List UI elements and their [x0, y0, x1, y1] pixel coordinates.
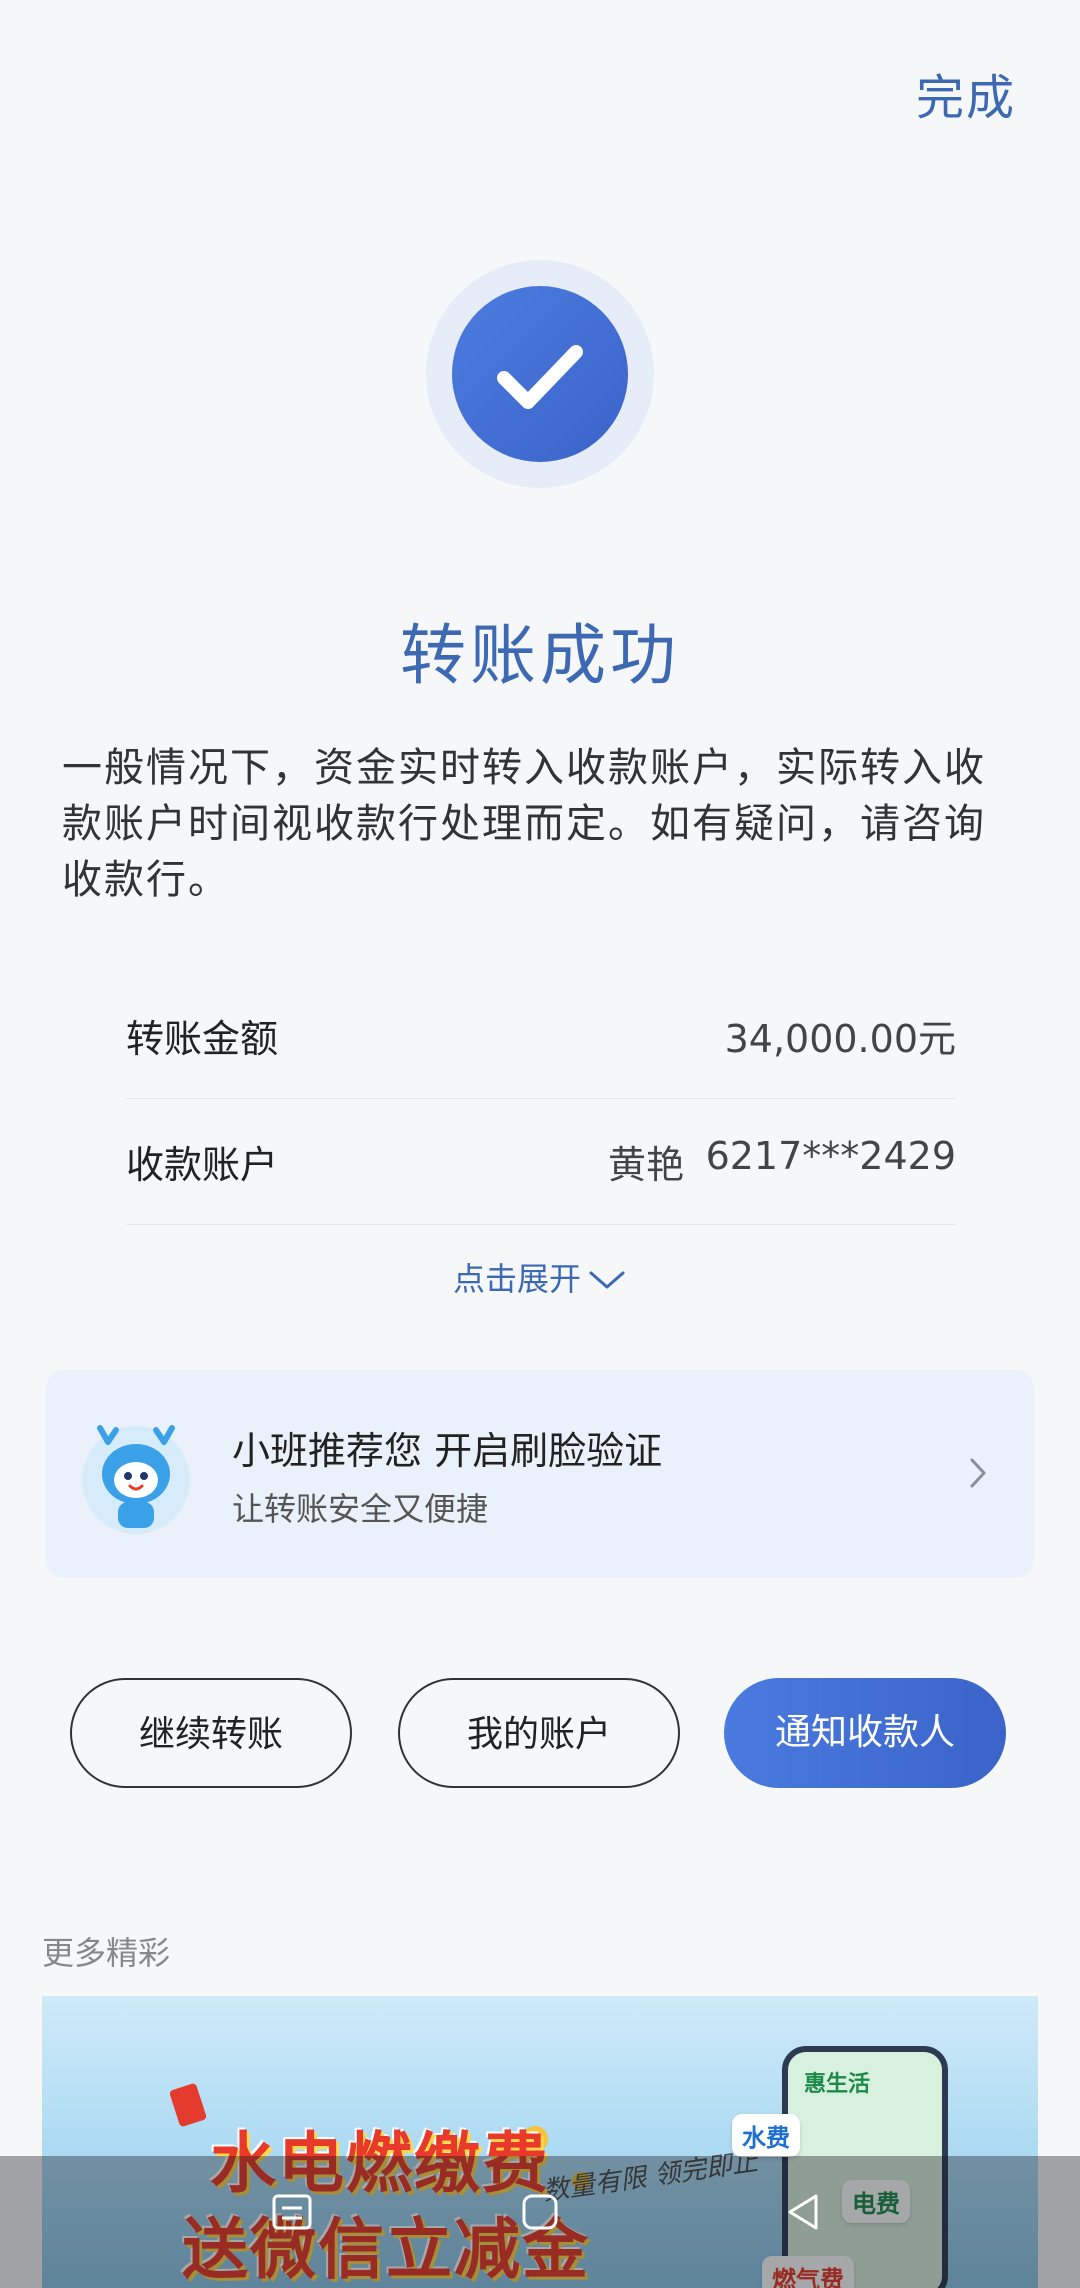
- menu-nav-icon[interactable]: [270, 2190, 314, 2234]
- notify-payee-button[interactable]: 通知收款人: [724, 1678, 1006, 1788]
- payee-account: 6217***2429: [705, 1134, 956, 1178]
- amount-value: 34,000.00元: [724, 1017, 956, 1061]
- amount-label: 转账金额: [126, 1017, 279, 1061]
- expand-label: 点击展开: [452, 1260, 581, 1298]
- back-nav-icon[interactable]: [782, 2190, 826, 2234]
- chevron-right-icon: [970, 1458, 986, 1488]
- chevron-down-icon: [589, 1271, 625, 1289]
- mascot-avatar-icon: [82, 1425, 190, 1534]
- expand-details-link[interactable]: 点击展开: [0, 1254, 1080, 1300]
- my-account-button[interactable]: 我的账户: [398, 1678, 680, 1788]
- payee-label: 收款账户: [126, 1143, 279, 1187]
- home-nav-icon[interactable]: [518, 2190, 562, 2234]
- continue-transfer-button[interactable]: 继续转账: [70, 1678, 352, 1788]
- promo-title: 小班推荐您 开启刷脸验证: [232, 1429, 663, 1473]
- more-section-label: 更多精彩: [42, 1934, 171, 1972]
- done-button[interactable]: 完成: [916, 58, 1016, 128]
- system-nav-bar: [0, 2156, 1080, 2288]
- detail-row-amount: 转账金额 34,000.00元: [126, 974, 956, 1099]
- check-icon: [452, 286, 628, 462]
- page-title: 转账成功: [400, 617, 680, 694]
- promo-subtitle: 让转账安全又便捷: [232, 1490, 489, 1528]
- payee-name: 黄艳: [607, 1143, 684, 1187]
- face-verify-promo-card[interactable]: 小班推荐您 开启刷脸验证 让转账安全又便捷: [46, 1370, 1034, 1578]
- red-envelope-icon: [168, 2082, 208, 2128]
- transfer-notice: 一般情况下，资金实时转入收款账户，实际转入收款账户时间视收款行处理而定。如有疑问…: [62, 745, 986, 903]
- water-fee-tag: 水费: [732, 2114, 800, 2157]
- phone-tag: 惠生活: [804, 2072, 871, 2097]
- detail-row-payee: 收款账户 黄艳 6217***2429: [126, 1100, 956, 1225]
